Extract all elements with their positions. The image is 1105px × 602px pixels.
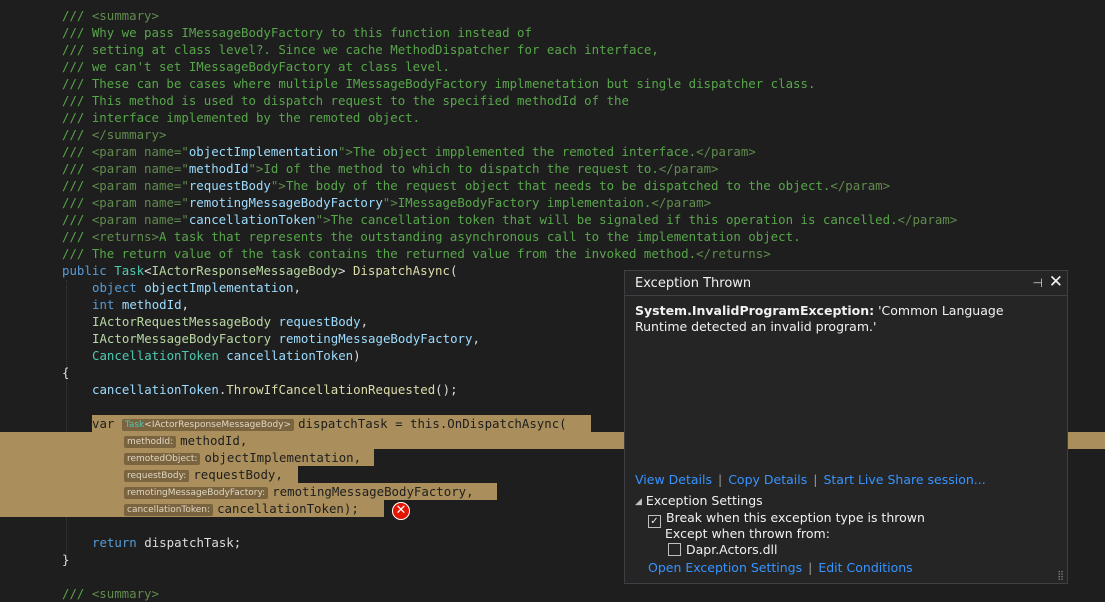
code-text: IActorRequestMessageBody requestBody,: [92, 314, 369, 329]
code-line: /// <param name="requestBody">The body o…: [0, 177, 1105, 194]
error-icon[interactable]: ✕: [392, 502, 410, 520]
separator: |: [808, 560, 813, 575]
code-text: cancellationToken.ThrowIfCancellationReq…: [92, 382, 458, 397]
pin-icon[interactable]: ⊣: [1033, 276, 1043, 290]
dll-row[interactable]: Dapr.Actors.dll: [668, 542, 777, 557]
view-details-link[interactable]: View Details: [635, 472, 712, 487]
open-exception-settings-link[interactable]: Open Exception Settings: [648, 560, 802, 575]
code-line: /// <summary>: [0, 7, 1105, 24]
code-line: /// we can't set IMessageBodyFactory at …: [0, 58, 1105, 75]
code-text: /// Why we pass IMessageBodyFactory to t…: [62, 25, 532, 40]
code-text: remotedObject: objectImplementation,: [124, 449, 361, 466]
code-line: /// interface implemented by the remoted…: [0, 109, 1105, 126]
dll-label: Dapr.Actors.dll: [686, 542, 778, 557]
code-text: /// <param name="objectImplementation">T…: [62, 144, 756, 159]
code-text: var Task<IActorResponseMessageBody> dispa…: [92, 416, 567, 431]
code-text: /// we can't set IMessageBodyFactory at …: [62, 59, 450, 74]
code-line: /// The return value of the task contain…: [0, 245, 1105, 262]
code-text: /// <summary>: [62, 586, 159, 601]
code-line: /// <param name="cancellationToken">The …: [0, 211, 1105, 228]
code-text: public Task<IActorResponseMessageBody> D…: [62, 263, 458, 278]
code-text: IActorMessageBodyFactory remotingMessage…: [92, 331, 480, 346]
dll-checkbox[interactable]: [668, 543, 681, 556]
break-when-thrown-label: Break when this exception type is thrown: [666, 510, 925, 525]
code-text: /// setting at class level?. Since we ca…: [62, 42, 659, 57]
exception-popup-title: Exception Thrown: [635, 276, 752, 291]
code-text: cancellationToken: cancellationToken);: [124, 500, 359, 517]
code-text: int methodId,: [92, 297, 190, 312]
code-text: /// These can be cases where multiple IM…: [62, 76, 816, 91]
exception-footer: Open Exception Settings | Edit Conditions: [648, 560, 913, 575]
exception-message: System.InvalidProgramException: 'Common …: [635, 303, 1045, 335]
live-share-link[interactable]: Start Live Share session...: [823, 472, 985, 487]
code-text: return dispatchTask;: [92, 535, 242, 550]
code-line: /// setting at class level?. Since we ca…: [0, 41, 1105, 58]
code-line: /// </summary>: [0, 126, 1105, 143]
exception-type: System.InvalidProgramException:: [635, 303, 875, 318]
code-text: }: [62, 552, 70, 567]
code-text: /// <param name="remotingMessageBodyFact…: [62, 195, 712, 210]
code-line: /// <param name="objectImplementation">T…: [0, 143, 1105, 160]
break-when-thrown-checkbox[interactable]: ✓: [648, 515, 661, 528]
code-text: remotingMessageBodyFactory: remotingMessa…: [124, 483, 474, 500]
collapse-triangle-icon: ◢: [635, 497, 642, 507]
code-text: /// <param name="methodId">Id of the met…: [62, 161, 719, 176]
code-text: /// <summary>: [62, 8, 159, 23]
exception-popup-header: Exception Thrown ⊣ ✕: [625, 271, 1067, 296]
separator: |: [717, 472, 723, 487]
code-line: /// <returns>A task that represents the …: [0, 228, 1105, 245]
exception-popup: Exception Thrown ⊣ ✕ System.InvalidProgr…: [624, 270, 1068, 584]
code-line: /// <param name="remotingMessageBodyFact…: [0, 194, 1105, 211]
code-line: /// <summary>: [0, 585, 1105, 602]
code-text: /// This method is used to dispatch requ…: [62, 93, 629, 108]
close-icon[interactable]: ✕: [1049, 272, 1063, 292]
code-line: /// Why we pass IMessageBodyFactory to t…: [0, 24, 1105, 41]
except-when-from-label: Except when thrown from:: [665, 526, 830, 541]
code-line: /// These can be cases where multiple IM…: [0, 75, 1105, 92]
exception-settings-header[interactable]: ◢ Exception Settings: [635, 493, 763, 508]
code-text: /// <param name="requestBody">The body o…: [62, 178, 891, 193]
code-text: /// <param name="cancellationToken">The …: [62, 212, 958, 227]
exception-actions: View Details | Copy Details | Start Live Sha…: [635, 472, 986, 487]
code-text: /// <returns>A task that represents the …: [62, 229, 801, 244]
code-text: requestBody: requestBody,: [124, 466, 283, 483]
copy-details-link[interactable]: Copy Details: [728, 472, 807, 487]
code-text: /// The return value of the task contain…: [62, 246, 771, 261]
code-text: /// interface implemented by the remoted…: [62, 110, 421, 125]
exception-settings-label: Exception Settings: [645, 493, 763, 508]
code-text: methodId: methodId,: [124, 432, 247, 449]
resize-grip-icon[interactable]: ⣿: [1057, 571, 1064, 581]
code-line: /// <param name="methodId">Id of the met…: [0, 160, 1105, 177]
code-text: {: [62, 365, 70, 380]
code-text: /// </summary>: [62, 127, 167, 142]
code-text: CancellationToken cancellationToken): [92, 348, 361, 363]
code-text: object objectImplementation,: [92, 280, 301, 295]
code-line: /// This method is used to dispatch requ…: [0, 92, 1105, 109]
edit-conditions-link[interactable]: Edit Conditions: [818, 560, 912, 575]
separator: |: [813, 472, 818, 487]
